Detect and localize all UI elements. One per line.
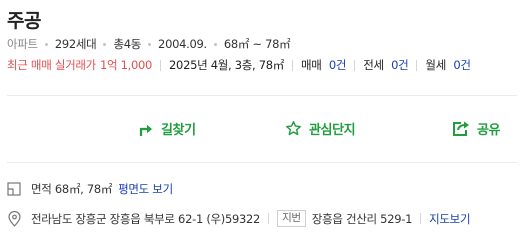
road-address: 전라남도 장흥군 장흥읍 북부로 62-1 (우)59322 xyxy=(31,211,261,226)
sale-listings[interactable]: 매매 0건 xyxy=(300,57,347,73)
meta-type: 아파트 xyxy=(7,37,38,51)
meta-dot-separator xyxy=(44,42,48,46)
trade-separator xyxy=(354,59,356,71)
area-text: 면적 68㎡, 78㎡ xyxy=(31,182,113,196)
recent-trade-detail: 2025년 4월, 3층, 78㎡ xyxy=(169,58,284,72)
divider xyxy=(7,162,517,163)
favorite-label: 관심단지 xyxy=(309,123,356,138)
share-label: 공유 xyxy=(477,123,501,138)
trade-separator xyxy=(160,59,162,71)
complex-name: 주공 xyxy=(7,10,41,32)
jeonse-label: 전세 xyxy=(363,58,384,72)
star-outline-icon xyxy=(285,120,309,137)
meta-area-range: 68㎡ ~ 78㎡ xyxy=(223,37,291,51)
recent-trade-label: 최근 매매 실거래가 xyxy=(7,58,96,72)
map-pin-icon xyxy=(7,210,21,227)
trade-separator xyxy=(291,59,293,71)
jeonse-count: 0건 xyxy=(391,58,409,72)
lot-address-badge: 지번 xyxy=(277,210,306,227)
jeonse-listings[interactable]: 전세 0건 xyxy=(363,57,409,73)
share-box-icon xyxy=(452,120,477,137)
map-link[interactable]: 지도보기 xyxy=(429,211,470,227)
address-row: 전라남도 장흥군 장흥읍 북부로 62-1 (우)59322 지번 장흥읍 건산… xyxy=(7,210,471,227)
area-row: 면적 68㎡, 78㎡ 평면도 보기 xyxy=(7,181,173,197)
meta-built-date: 2004.09. xyxy=(158,37,207,51)
floorplan-icon xyxy=(7,182,21,196)
trade-separator xyxy=(416,59,418,71)
meta-households: 292세대 xyxy=(54,37,97,51)
divider xyxy=(7,95,517,96)
share-button[interactable]: 공유 xyxy=(452,119,501,138)
meta-buildings: 총4동 xyxy=(113,37,142,51)
arrow-turn-icon xyxy=(138,121,161,137)
monthly-count: 0건 xyxy=(453,58,471,72)
directions-label: 길찾기 xyxy=(161,123,196,138)
meta-dot-separator xyxy=(148,42,152,46)
trade-summary: 최근 매매 실거래가 1억 1,000 2025년 4월, 3층, 78㎡ 매매… xyxy=(7,57,471,73)
sale-count: 0건 xyxy=(328,58,347,72)
complex-meta: 아파트 292세대 총4동 2004.09. 68㎡ ~ 78㎡ xyxy=(7,36,291,52)
recent-trade-price: 1억 1,000 xyxy=(99,58,153,72)
monthly-label: 월세 xyxy=(425,58,446,72)
floorplan-link[interactable]: 평면도 보기 xyxy=(118,181,173,197)
meta-dot-separator xyxy=(213,42,217,46)
meta-dot-separator xyxy=(103,42,107,46)
action-bar: 길찾기 관심단지 공유 xyxy=(0,112,524,144)
favorite-button[interactable]: 관심단지 xyxy=(285,119,356,138)
directions-button[interactable]: 길찾기 xyxy=(138,119,196,138)
address-separator xyxy=(268,213,270,224)
monthly-listings[interactable]: 월세 0건 xyxy=(425,57,471,73)
lot-address: 장흥읍 건산리 529-1 xyxy=(311,211,413,226)
sale-label: 매매 xyxy=(300,58,322,72)
address-separator xyxy=(420,213,422,224)
